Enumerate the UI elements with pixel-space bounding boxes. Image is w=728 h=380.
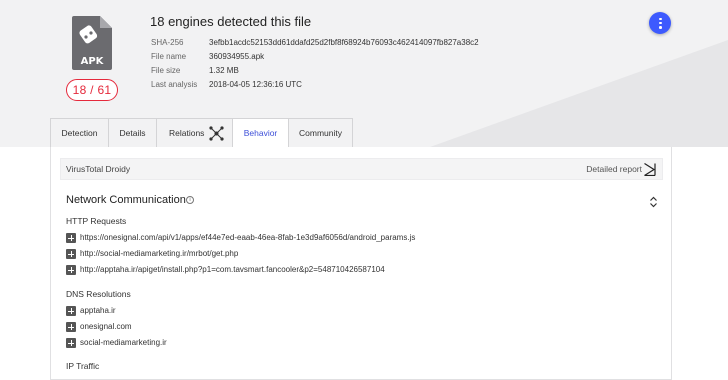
http-request-url: http://apptaha.ir/apiget/install.php?p1=… [80,265,385,274]
network-communication-heading: Network Communication [66,194,186,206]
expand-plus-icon[interactable] [66,265,76,275]
dns-resolutions-heading: DNS Resolutions [66,289,131,299]
more-vertical-icon-dot [659,26,662,29]
dns-domain: social-mediamarketing.ir [80,338,167,347]
dns-domain: onesignal.com [80,322,132,331]
detail-key: File size [151,66,181,75]
detail-key: Last analysis [151,80,198,89]
chevron-collapse-icon[interactable] [649,196,658,208]
more-options-button[interactable] [649,12,671,34]
apk-file-icon: APK [72,16,112,70]
detail-key: File name [151,52,187,61]
tab-community[interactable]: Community [288,118,353,147]
expand-plus-icon[interactable] [66,249,76,259]
detail-key: SHA-256 [151,38,184,47]
report-arrow-icon[interactable] [644,163,656,176]
page-title: 18 engines detected this file [150,14,312,29]
http-requests-heading: HTTP Requests [66,216,127,226]
http-request-url: https://onesignal.com/api/v1/apps/ef44e7… [80,233,416,242]
tab-label: Details [119,128,146,138]
tab-label: Detection [61,128,98,138]
detailed-report-link[interactable]: Detailed report [586,164,642,174]
http-request-url: http://social-mediamarketing.ir/mrbot/ge… [80,249,239,258]
dns-domain: apptaha.ir [80,306,116,315]
tab-label: Behavior [243,128,278,138]
detection-score-badge: 18 / 61 [66,79,118,101]
tab-behavior[interactable]: Behavior [232,118,289,148]
tab-relations[interactable]: Relations [156,118,233,147]
detail-value: 3efbb1acdc52153dd61ddafd25d2fbf8f68924b7… [209,38,479,47]
expand-plus-icon[interactable] [66,338,76,348]
tab-detection[interactable]: Detection [50,118,109,147]
sandbox-selector-bar: VirusTotal Droidy Detailed report [60,158,663,180]
detail-value: 360934955.apk [209,52,265,61]
tab-label: Relations [169,128,205,138]
ip-traffic-heading: IP Traffic [66,361,100,371]
more-vertical-icon-dot [659,21,662,25]
tab-details[interactable]: Details [108,118,157,147]
tab-label: Community [299,128,342,138]
expand-plus-icon[interactable] [66,306,76,316]
graph-icon [209,126,224,141]
expand-plus-icon[interactable] [66,322,76,332]
info-icon[interactable]: i [186,196,194,204]
apk-label: APK [81,56,105,67]
expand-plus-icon[interactable] [66,233,76,243]
detail-value: 2018-04-05 12:36:16 UTC [209,80,302,89]
more-vertical-icon [659,17,662,20]
detail-value: 1.32 MB [209,66,239,75]
sandbox-name: VirusTotal Droidy [66,164,131,174]
